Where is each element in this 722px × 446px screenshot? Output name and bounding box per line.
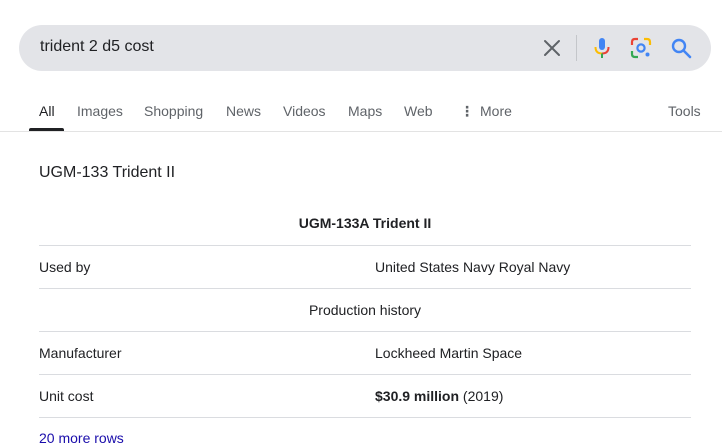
tab-news[interactable]: News	[226, 103, 261, 119]
tab-all[interactable]: All	[39, 103, 55, 119]
infobox-table: UGM-133A Trident II Used by United State…	[39, 201, 691, 418]
infobox-key: Manufacturer	[39, 345, 122, 361]
infobox-key: Unit cost	[39, 388, 94, 404]
clear-button[interactable]	[539, 36, 565, 60]
microphone-icon	[594, 38, 610, 58]
infobox-section-header: Production history	[39, 288, 691, 331]
search-tabs: All Images Shopping News Videos Maps Web…	[0, 100, 722, 133]
infobox-row-unit-cost: Unit cost $30.9 million (2019)	[39, 374, 691, 417]
more-vert-icon: ⋮	[460, 103, 474, 119]
tab-more[interactable]: ⋮ More	[460, 103, 512, 120]
infobox-bottom-rule	[39, 417, 691, 418]
tools-button[interactable]: Tools	[668, 103, 701, 119]
tab-videos[interactable]: Videos	[283, 103, 326, 119]
tabs-divider	[0, 131, 722, 132]
infobox-key: Used by	[39, 259, 91, 275]
infobox-value: $30.9 million (2019)	[375, 388, 503, 404]
unit-cost-year: (2019)	[459, 388, 504, 404]
more-rows-link[interactable]: 20 more rows	[39, 430, 124, 446]
tab-more-label: More	[480, 103, 512, 119]
infobox-value: Lockheed Martin Space	[375, 345, 523, 361]
tab-images[interactable]: Images	[77, 103, 123, 119]
camera-lens-icon	[630, 37, 652, 59]
infobox-row-used-by: Used by United States Navy Royal Navy	[39, 245, 691, 288]
lens-search-button[interactable]	[629, 36, 653, 60]
close-icon	[544, 40, 560, 56]
tab-maps[interactable]: Maps	[348, 103, 382, 119]
magnifier-icon	[671, 38, 692, 59]
search-button[interactable]	[669, 36, 693, 60]
search-bar[interactable]: trident 2 d5 cost	[19, 25, 711, 71]
result-title[interactable]: UGM-133 Trident II	[39, 164, 175, 182]
search-input[interactable]: trident 2 d5 cost	[40, 38, 154, 56]
tab-shopping[interactable]: Shopping	[144, 103, 203, 119]
infobox-value: United States Navy Royal Navy	[375, 259, 571, 275]
tab-web[interactable]: Web	[404, 103, 433, 119]
search-bar-divider	[576, 35, 577, 61]
voice-search-button[interactable]	[590, 36, 614, 60]
unit-cost-amount: $30.9 million	[375, 388, 460, 404]
infobox-row-manufacturer: Manufacturer Lockheed Martin Space	[39, 331, 691, 374]
infobox-caption: UGM-133A Trident II	[298, 215, 432, 231]
